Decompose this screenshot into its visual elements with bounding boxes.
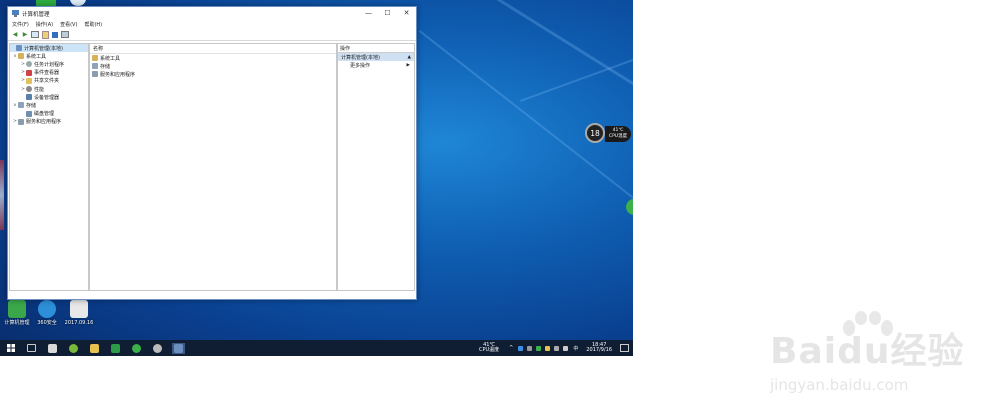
- menu-file[interactable]: 文件(F): [12, 21, 29, 28]
- menu-view[interactable]: 查看(V): [60, 21, 77, 28]
- tree-item-root[interactable]: 计算机管理(本地): [10, 44, 88, 53]
- tray-icon[interactable]: [545, 345, 551, 351]
- volume-icon[interactable]: [563, 345, 569, 351]
- taskbar-app[interactable]: [109, 343, 122, 354]
- actions-section[interactable]: 计算机管理(本地) ▲: [338, 53, 414, 61]
- help-icon[interactable]: [51, 31, 59, 39]
- properties-icon[interactable]: [41, 30, 49, 39]
- tray-icon[interactable]: [518, 345, 524, 351]
- clock-icon: [26, 61, 32, 68]
- taskbar-app[interactable]: [130, 343, 143, 354]
- start-button[interactable]: [4, 343, 17, 354]
- computer-icon: [16, 45, 22, 52]
- file-icon: [70, 300, 88, 318]
- ime-indicator[interactable]: 中: [573, 345, 578, 352]
- cpu-temp-indicator[interactable]: 41℃ CPU温度: [479, 342, 499, 354]
- system-tray: 41℃ CPU温度 ^ 中 18:47 2017/9/16: [479, 340, 629, 356]
- services-icon: [92, 71, 98, 78]
- taskbar-app[interactable]: [151, 343, 164, 354]
- gadget-label: CPU温度: [608, 134, 628, 139]
- show-tree-icon[interactable]: [31, 31, 39, 39]
- app-icon: [38, 300, 56, 318]
- tree-item-shared-folders[interactable]: > 共享文件夹: [10, 77, 88, 85]
- collapse-arrow-icon[interactable]: ▲: [408, 55, 411, 60]
- maximize-button[interactable]: ☐: [378, 7, 397, 20]
- back-arrow-icon[interactable]: ◀: [11, 31, 19, 39]
- desktop-icon[interactable]: 360安全: [30, 300, 64, 326]
- title-bar: 计算机管理 — ☐ ✕: [8, 7, 416, 20]
- more-actions-item[interactable]: 更多操作 ▶: [338, 61, 414, 69]
- notification-icon[interactable]: [620, 344, 629, 352]
- desktop-edge-icons: [0, 160, 4, 230]
- chevron-up-icon[interactable]: ^: [509, 345, 513, 351]
- menu-help[interactable]: 帮助(H): [84, 21, 102, 28]
- event-viewer-icon: [26, 69, 32, 76]
- computer-management-icon: [12, 10, 19, 17]
- file-explorer-icon[interactable]: [88, 343, 101, 354]
- actions-pane: 操作 计算机管理(本地) ▲ 更多操作 ▶: [337, 43, 415, 291]
- forward-arrow-icon[interactable]: ▶: [21, 31, 29, 39]
- task-view-button[interactable]: [25, 343, 38, 354]
- services-icon: [18, 118, 24, 125]
- menu-bar: 文件(F) 操作(A) 查看(V) 帮助(H): [8, 20, 416, 29]
- desktop-icon[interactable]: 2017.09.16: [62, 300, 96, 326]
- desktop-icon[interactable]: 计算机管理: [0, 300, 34, 326]
- baidu-watermark: Baidu经验 jingyan.baidu.com: [765, 310, 995, 405]
- panel-icon[interactable]: [61, 31, 69, 39]
- windows-logo-icon: [6, 344, 15, 352]
- taskbar-app[interactable]: [46, 343, 59, 354]
- toolbar: ◀ ▶: [8, 29, 416, 41]
- computer-management-window: 计算机管理 — ☐ ✕ 文件(F) 操作(A) 查看(V) 帮助(H) ◀ ▶: [7, 6, 417, 300]
- storage-icon: [92, 63, 98, 70]
- tree-item-system-tools[interactable]: v 系统工具: [10, 52, 88, 60]
- watermark-brand: Baidu经验: [770, 331, 965, 372]
- clock[interactable]: 18:47 2017/9/16: [586, 342, 612, 354]
- taskbar: 41℃ CPU温度 ^ 中 18:47 2017/9/16: [0, 340, 633, 356]
- list-item[interactable]: 系统工具: [90, 54, 336, 62]
- tree-item-event-viewer[interactable]: > 事件查看器: [10, 69, 88, 77]
- network-icon[interactable]: [554, 345, 560, 351]
- submenu-arrow-icon: ▶: [406, 62, 410, 68]
- device-manager-icon: [26, 94, 32, 101]
- taskbar-app-active[interactable]: [172, 342, 185, 354]
- gadget-panel: 41℃ CPU温度: [605, 126, 631, 142]
- desktop: 计算机管理 360安全 2017.09.16 18 41℃ CPU温度 计算机管…: [0, 0, 633, 356]
- content-list: 名称 系统工具 存储 服务和应用程序: [89, 43, 337, 291]
- close-button[interactable]: ✕: [397, 7, 416, 20]
- tools-icon: [18, 53, 24, 60]
- tree-item-storage[interactable]: v 存储: [10, 101, 88, 109]
- tree-item-device-manager[interactable]: 设备管理器: [10, 93, 88, 101]
- tree-item-task-scheduler[interactable]: > 任务计划程序: [10, 60, 88, 68]
- actions-header: 操作: [338, 44, 414, 53]
- minimize-button[interactable]: —: [359, 7, 378, 20]
- app-icon: [8, 300, 26, 318]
- gadget-number: 18: [585, 123, 605, 143]
- window-title: 计算机管理: [22, 11, 50, 18]
- tree-item-performance[interactable]: > 性能: [10, 85, 88, 93]
- navigation-tree: 计算机管理(本地) v 系统工具 > 任务计划程序 > 事件查看器 > 共享文件…: [9, 43, 89, 291]
- menu-action[interactable]: 操作(A): [36, 21, 53, 28]
- storage-icon: [18, 102, 24, 109]
- list-item[interactable]: 服务和应用程序: [90, 70, 336, 78]
- taskbar-app[interactable]: [67, 343, 80, 354]
- tray-icon[interactable]: [527, 345, 533, 351]
- folder-icon: [26, 77, 32, 84]
- column-header-name[interactable]: 名称: [90, 44, 336, 54]
- tree-item-services-apps[interactable]: > 服务和应用程序: [10, 118, 88, 126]
- tree-item-disk-management[interactable]: 磁盘管理: [10, 110, 88, 118]
- cpu-temp-gadget[interactable]: 18 41℃ CPU温度: [585, 123, 633, 145]
- watermark-url: jingyan.baidu.com: [770, 376, 909, 394]
- wallpaper-streak: [468, 0, 633, 121]
- wallpaper-streak: [520, 31, 633, 102]
- list-item[interactable]: 存储: [90, 62, 336, 70]
- side-float-button[interactable]: [626, 199, 633, 215]
- tools-icon: [92, 55, 98, 62]
- disk-icon: [26, 110, 32, 117]
- tray-icon[interactable]: [536, 345, 542, 351]
- performance-icon: [26, 86, 32, 93]
